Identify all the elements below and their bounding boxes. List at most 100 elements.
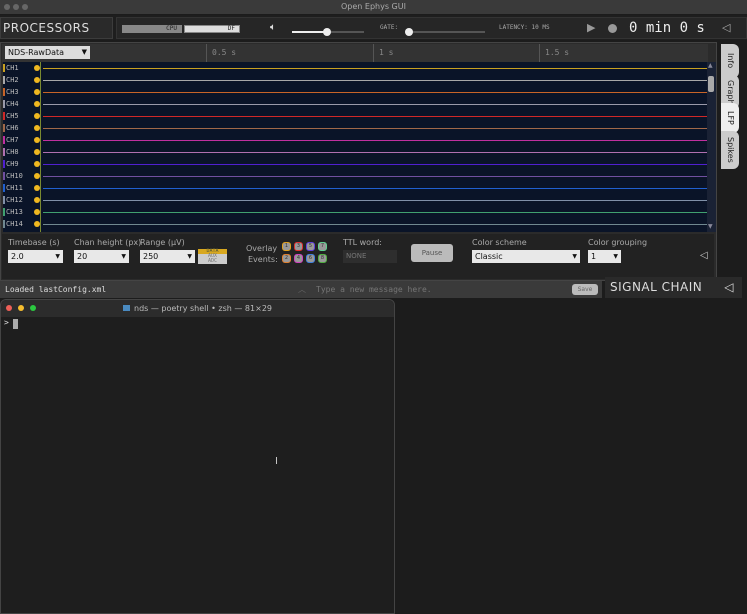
color-scheme-select[interactable]: Classic xyxy=(472,250,580,263)
control-panel: CPU DF 🔈︎ GATE: LATENCY: 10 MS ▶ 0 min 0… xyxy=(116,17,747,39)
pause-button[interactable]: Pause xyxy=(411,244,453,262)
channel-trace xyxy=(43,80,707,81)
channel-enable-dot[interactable] xyxy=(34,209,40,215)
channel-label[interactable]: CH2 xyxy=(3,76,19,84)
channel-plot[interactable]: CH1 CH2 CH3 CH4 CH5 CH6 CH7 CH8 CH9 CH10 CH11 CH12 C… xyxy=(3,62,707,232)
folder-icon xyxy=(123,305,130,311)
close-button[interactable] xyxy=(4,4,10,10)
channel-enable-dot[interactable] xyxy=(34,77,40,83)
chevron-down-icon: ▼ xyxy=(81,48,87,56)
channel-trace xyxy=(43,224,707,225)
event-channel-button[interactable]: 4 xyxy=(294,254,303,263)
volume-knob[interactable] xyxy=(323,28,331,36)
channel-label[interactable]: CH10 xyxy=(3,172,23,180)
channel-enable-dot[interactable] xyxy=(34,125,40,131)
scroll-up-icon[interactable]: ▲ xyxy=(708,62,713,69)
terminal-title: nds — poetry shell • zsh — 81×29 xyxy=(134,304,272,313)
channel-enable-dot[interactable] xyxy=(34,113,40,119)
channel-label[interactable]: CH5 xyxy=(3,112,19,120)
close-button[interactable] xyxy=(6,305,12,311)
ttl-word-display: NONE xyxy=(343,250,397,263)
channel-enable-dot[interactable] xyxy=(34,197,40,203)
color-grouping-label: Color grouping xyxy=(588,238,648,247)
timebase-label: Timebase (s) xyxy=(8,238,60,247)
scroll-down-icon[interactable]: ▼ xyxy=(708,223,713,230)
minimize-button[interactable] xyxy=(13,4,19,10)
channel-trace xyxy=(43,68,707,69)
status-message: Loaded lastConfig.xml xyxy=(5,285,107,294)
channel-label[interactable]: CH1 xyxy=(3,64,19,72)
datasource-select[interactable]: NDS-RawData ▼ xyxy=(5,46,90,59)
channel-trace xyxy=(43,92,707,93)
tab-lfp[interactable]: LFP xyxy=(721,103,739,133)
window-titlebar: Open Ephys GUI xyxy=(0,0,747,14)
channel-trace xyxy=(43,140,707,141)
event-channel-button[interactable]: 3 xyxy=(294,242,303,251)
event-channel-button[interactable]: 8 xyxy=(318,254,327,263)
channel-enable-dot[interactable] xyxy=(34,65,40,71)
collapse-options-icon[interactable]: ◁ xyxy=(700,250,708,261)
event-channel-button[interactable]: 6 xyxy=(306,254,315,263)
tab-info[interactable]: Info xyxy=(721,44,739,78)
ttl-label: TTL word: xyxy=(343,238,382,247)
channel-enable-dot[interactable] xyxy=(34,89,40,95)
time-tick: 0.5 s xyxy=(206,44,236,62)
tab-spikes[interactable]: Spikes xyxy=(721,131,739,169)
message-input[interactable] xyxy=(316,283,568,296)
color-scheme-label: Color scheme xyxy=(472,238,527,247)
gate-slider[interactable] xyxy=(405,31,485,33)
channel-label[interactable]: CH12 xyxy=(3,196,23,204)
channel-enable-dot[interactable] xyxy=(34,137,40,143)
chevron-up-icon[interactable]: ︿ xyxy=(298,281,306,298)
channel-label[interactable]: CH6 xyxy=(3,124,19,132)
channel-type-selector[interactable]: DATA AUX ADC xyxy=(198,249,227,264)
timebase-select[interactable]: 2.0 xyxy=(8,250,63,263)
speaker-icon[interactable]: 🔈︎ xyxy=(270,22,276,33)
channel-enable-dot[interactable] xyxy=(34,101,40,107)
scroll-thumb[interactable] xyxy=(708,76,714,92)
channel-label[interactable]: CH8 xyxy=(3,148,19,156)
type-adc[interactable]: ADC xyxy=(198,259,227,264)
channel-trace xyxy=(43,104,707,105)
event-channel-button[interactable]: 2 xyxy=(282,254,291,263)
record-icon[interactable] xyxy=(608,24,617,33)
event-channel-button[interactable]: 5 xyxy=(306,242,315,251)
processors-button[interactable]: PROCESSORS xyxy=(0,17,113,39)
gate-label: GATE: xyxy=(380,24,399,31)
channel-enable-dot[interactable] xyxy=(34,185,40,191)
cpu-meter: CPU xyxy=(122,25,182,33)
terminal-prompt: > xyxy=(4,318,9,327)
channel-enable-dot[interactable] xyxy=(34,161,40,167)
collapse-icon[interactable]: ◁ xyxy=(722,21,730,34)
zoom-button[interactable] xyxy=(22,4,28,10)
color-grouping-select[interactable]: 1 xyxy=(588,250,621,263)
channel-label[interactable]: CH11 xyxy=(3,184,23,192)
channel-label[interactable]: CH13 xyxy=(3,208,23,216)
channel-enable-dot[interactable] xyxy=(34,149,40,155)
channel-label[interactable]: CH4 xyxy=(3,100,19,108)
event-channel-button[interactable]: 7 xyxy=(318,242,327,251)
channel-trace xyxy=(43,152,707,153)
channel-label[interactable]: CH14 xyxy=(3,220,23,228)
viewer-options: Timebase (s) 2.0 Chan height (px) 20 Ran… xyxy=(2,234,714,279)
channel-trace xyxy=(43,116,707,117)
channel-enable-dot[interactable] xyxy=(34,221,40,227)
scrollbar[interactable]: ▲ ▼ xyxy=(707,62,716,232)
range-label: Range (µV) xyxy=(140,238,185,247)
minimize-button[interactable] xyxy=(18,305,24,311)
channel-enable-dot[interactable] xyxy=(34,173,40,179)
event-channel-button[interactable]: 1 xyxy=(282,242,291,251)
range-select[interactable]: 250 xyxy=(140,250,195,263)
gate-knob[interactable] xyxy=(405,28,413,36)
channel-trace xyxy=(43,212,707,213)
chan-height-select[interactable]: 20 xyxy=(74,250,129,263)
overlay-label: Overlay xyxy=(246,244,278,253)
collapse-icon[interactable]: ◁ xyxy=(724,277,734,298)
save-button[interactable]: Save xyxy=(572,284,598,295)
channel-label[interactable]: CH7 xyxy=(3,136,19,144)
zoom-button[interactable] xyxy=(30,305,36,311)
channel-label[interactable]: CH9 xyxy=(3,160,19,168)
play-icon[interactable]: ▶ xyxy=(587,21,595,34)
signal-chain-button[interactable]: SIGNAL CHAIN ◁ xyxy=(605,277,742,298)
channel-label[interactable]: CH3 xyxy=(3,88,19,96)
